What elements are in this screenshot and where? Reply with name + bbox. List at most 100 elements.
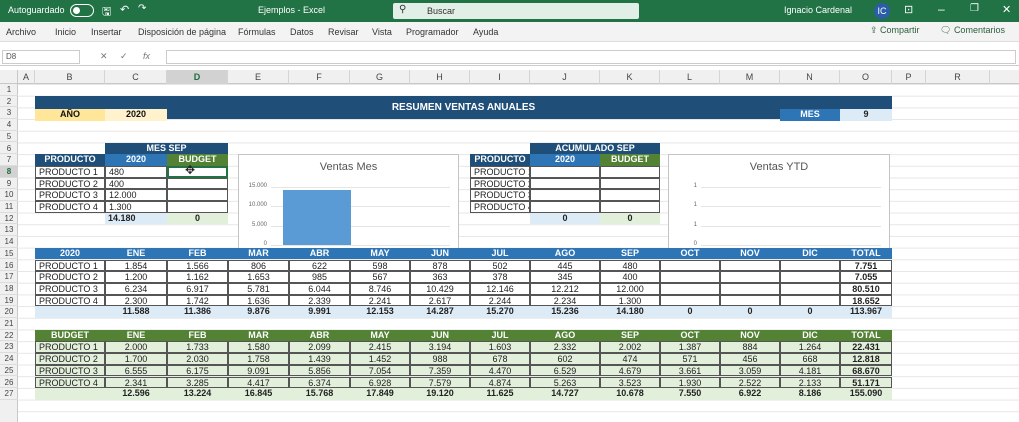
row-header-7[interactable]: 7: [0, 154, 18, 166]
sales-cell[interactable]: 1.566: [167, 259, 228, 272]
budget-cell[interactable]: 1.452: [350, 353, 410, 365]
acum-product-name[interactable]: PRODUCTO 4: [470, 201, 530, 213]
sales-cell[interactable]: 1.636: [228, 294, 289, 307]
budget-column-total[interactable]: 10.678: [600, 388, 660, 400]
cell-grid[interactable]: RESUMEN VENTAS ANUALES AÑO 2020 MES 9 MES SEP…: [18, 84, 1019, 422]
sales-cell[interactable]: 622: [289, 259, 350, 272]
sales-cell[interactable]: 1.162: [167, 271, 228, 283]
budget-cell[interactable]: 3.059: [720, 364, 780, 377]
budget-label[interactable]: BUDGET: [35, 329, 105, 342]
budget-column-total[interactable]: 7.550: [660, 388, 720, 400]
sales-month-header[interactable]: ENE: [105, 247, 167, 260]
acum-col-budget[interactable]: BUDGET: [600, 154, 660, 166]
row-header-20[interactable]: 20: [0, 306, 18, 318]
row-header-13[interactable]: 13: [0, 224, 18, 237]
sales-cell[interactable]: 2.241: [350, 294, 410, 307]
sales-month-header[interactable]: SEP: [600, 247, 660, 260]
budget-month-header[interactable]: DIC: [780, 329, 840, 342]
budget-month-header[interactable]: OCT: [660, 329, 720, 342]
mes-value-budget[interactable]: [167, 165, 228, 178]
sales-cell[interactable]: [780, 282, 840, 295]
sales-cell[interactable]: 985: [289, 271, 350, 283]
sales-column-total[interactable]: 0: [720, 306, 780, 318]
sales-product-name[interactable]: PRODUCTO 4: [35, 294, 105, 307]
row-header-1[interactable]: 1: [0, 84, 18, 96]
budget-row-total[interactable]: 22.431: [840, 341, 892, 354]
sales-cell[interactable]: [660, 282, 720, 295]
budget-cell[interactable]: 4.679: [600, 364, 660, 377]
budget-product-name[interactable]: PRODUCTO 4: [35, 376, 105, 389]
sales-cell[interactable]: 2.300: [105, 294, 167, 307]
budget-cell[interactable]: 5.856: [289, 364, 350, 377]
mes-total-2020[interactable]: 14.180: [105, 212, 167, 225]
acum-product-name[interactable]: PRODUCTO 3: [470, 189, 530, 201]
budget-cell[interactable]: 2.415: [350, 341, 410, 354]
acum-total-2020[interactable]: 0: [530, 212, 600, 225]
mes-value-budget[interactable]: [167, 177, 228, 190]
select-all-corner[interactable]: [0, 70, 18, 84]
budget-cell[interactable]: 1.387: [660, 341, 720, 354]
column-header-N[interactable]: N: [780, 70, 840, 84]
row-header-14[interactable]: 14: [0, 236, 18, 248]
sales-cell[interactable]: 400: [600, 271, 660, 283]
sales-column-total[interactable]: 9.991: [289, 306, 350, 318]
minimize-icon[interactable]: –: [938, 2, 945, 16]
column-header-A[interactable]: A: [18, 70, 35, 84]
sales-cell[interactable]: [780, 271, 840, 283]
mes-value-2020[interactable]: 12.000: [105, 189, 167, 201]
acum-product-name[interactable]: PRODUCTO 1: [470, 165, 530, 178]
sales-row-total[interactable]: 7.751: [840, 259, 892, 272]
mes-total-budget[interactable]: 0: [167, 212, 228, 225]
row-header-16[interactable]: 16: [0, 260, 18, 272]
budget-row-total[interactable]: 68.670: [840, 364, 892, 377]
sales-cell[interactable]: [660, 294, 720, 307]
budget-month-header[interactable]: MAR: [228, 329, 289, 342]
mes-product-name[interactable]: PRODUCTO 1: [35, 165, 105, 178]
acum-col-2020[interactable]: 2020: [530, 154, 600, 166]
sales-column-total[interactable]: 14.180: [600, 306, 660, 318]
sales-month-header[interactable]: AGO: [530, 247, 600, 260]
budget-cell[interactable]: 6.928: [350, 376, 410, 389]
budget-cell[interactable]: 2.000: [105, 341, 167, 354]
sales-row-total[interactable]: 80.510: [840, 282, 892, 295]
sales-column-total[interactable]: 9.876: [228, 306, 289, 318]
sales-cell[interactable]: 2.234: [530, 294, 600, 307]
sales-month-header[interactable]: FEB: [167, 247, 228, 260]
budget-cell[interactable]: 2.332: [530, 341, 600, 354]
sales-cell[interactable]: 363: [410, 271, 470, 283]
column-header-F[interactable]: F: [289, 70, 350, 84]
budget-column-total[interactable]: 8.186: [780, 388, 840, 400]
sales-month-header[interactable]: JUL: [470, 247, 530, 260]
autosave-toggle[interactable]: [70, 4, 94, 17]
budget-cell[interactable]: 6.374: [289, 376, 350, 389]
enter-icon[interactable]: ✓: [120, 51, 128, 62]
sales-month-header[interactable]: NOV: [720, 247, 780, 260]
row-header-21[interactable]: 21: [0, 318, 18, 330]
column-header-M[interactable]: M: [720, 70, 780, 84]
budget-product-name[interactable]: PRODUCTO 3: [35, 364, 105, 377]
sales-cell[interactable]: 6.044: [289, 282, 350, 295]
acum-value-budget[interactable]: [600, 189, 660, 201]
sales-cell[interactable]: 6.917: [167, 282, 228, 295]
acum-product-name[interactable]: PRODUCTO 2: [470, 177, 530, 190]
sales-cell[interactable]: 2.339: [289, 294, 350, 307]
close-icon[interactable]: ✕: [1002, 3, 1011, 16]
row-header-5[interactable]: 5: [0, 131, 18, 143]
user-name[interactable]: Ignacio Cardenal: [784, 5, 852, 15]
budget-month-header[interactable]: SEP: [600, 329, 660, 342]
sales-cell[interactable]: 345: [530, 271, 600, 283]
sales-row-total[interactable]: 7.055: [840, 271, 892, 283]
row-header-26[interactable]: 26: [0, 377, 18, 389]
row-header-9[interactable]: 9: [0, 178, 18, 190]
mes-col-2020[interactable]: 2020: [105, 154, 167, 166]
sales-cell[interactable]: 5.781: [228, 282, 289, 295]
budget-cell[interactable]: 988: [410, 353, 470, 365]
budget-month-header[interactable]: FEB: [167, 329, 228, 342]
column-header-R[interactable]: R: [926, 70, 990, 84]
avatar[interactable]: IC: [874, 3, 890, 19]
mes-value-2020[interactable]: 1.300: [105, 201, 167, 213]
budget-month-header[interactable]: MAY: [350, 329, 410, 342]
budget-cell[interactable]: 4.417: [228, 376, 289, 389]
budget-cell[interactable]: 3.194: [410, 341, 470, 354]
budget-cell[interactable]: 3.285: [167, 376, 228, 389]
